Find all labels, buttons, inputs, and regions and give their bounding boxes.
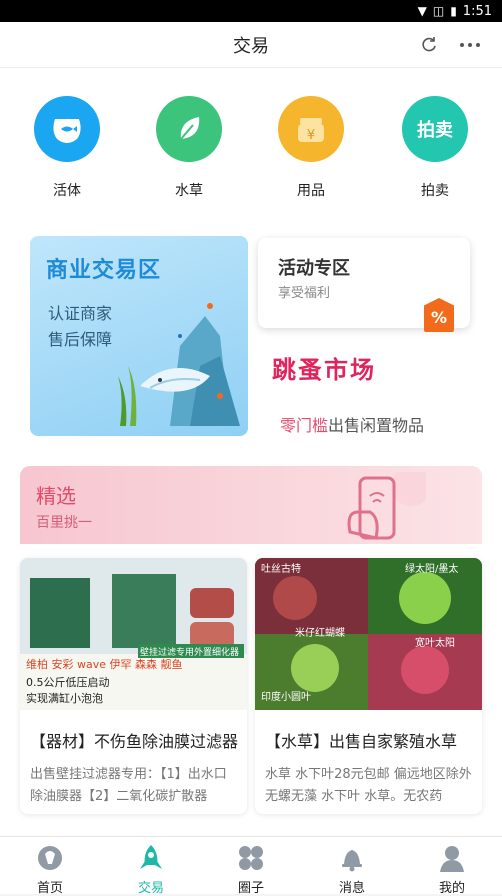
- page-title: 交易: [233, 35, 269, 57]
- category-row: 活体 水草 ¥ 用品 拍卖 拍卖: [0, 96, 502, 216]
- bell-icon: [337, 843, 367, 873]
- category-label: 拍卖: [421, 183, 449, 199]
- image-text-bubbles: 实现满缸小泡泡: [26, 691, 103, 705]
- image-text-plant3: 米仔红蝴蝶: [295, 626, 345, 639]
- category-label: 活体: [53, 183, 81, 199]
- image-text-pressure: 0.5公斤低压启动: [26, 676, 110, 689]
- discount-tag-icon: %: [424, 298, 454, 332]
- flea-market-banner[interactable]: 跳蚤市场 零门槛出售闲置物品: [272, 350, 472, 435]
- flea-market-tagline: 零门槛出售闲置物品: [280, 412, 424, 436]
- featured-subtitle: 百里挑一: [36, 515, 92, 531]
- image-text-plant2: 绿太阳/墨太: [405, 562, 458, 575]
- tab-trade[interactable]: 交易: [111, 843, 191, 896]
- leaf-icon: [156, 96, 222, 162]
- image-text-plant5: 宽叶太阳: [415, 636, 455, 649]
- tab-profile[interactable]: 我的: [412, 843, 492, 896]
- category-live-fish[interactable]: 活体: [22, 96, 112, 200]
- rocket-icon: [136, 843, 166, 873]
- category-plants[interactable]: 水草: [144, 96, 234, 200]
- tab-messages[interactable]: 消息: [312, 843, 392, 896]
- tab-label: 我的: [438, 881, 465, 896]
- listing-title: 【水草】出售自家繁殖水草: [265, 732, 458, 751]
- category-label: 用品: [297, 183, 325, 199]
- flea-market-highlight: 零门槛: [280, 416, 329, 435]
- business-zone-banner[interactable]: 商业交易区 认证商家 售后保障: [30, 236, 248, 436]
- app-header: 交易: [0, 22, 502, 68]
- profile-icon: [437, 843, 467, 873]
- business-zone-line1: 认证商家: [48, 304, 113, 323]
- listing-card[interactable]: 吐丝古特 绿太阳/墨太 米仔红蝴蝶 印度小圆叶 宽叶太阳 【水草】出售自家繁殖水…: [255, 558, 482, 814]
- status-bar: ▼ ◫ ▮ 1:51: [0, 0, 502, 22]
- svg-text:¥: ¥: [307, 128, 315, 143]
- fishbowl-icon: [34, 96, 100, 162]
- tab-label: 交易: [137, 881, 164, 896]
- status-time: 1:51: [462, 3, 492, 19]
- listing-image: 维柏 安彩 wave 伊罕 森森 靓鱼 0.5公斤低压启动 实现满缸小泡泡 壁挂…: [20, 558, 247, 710]
- listing-description: 水草 水下叶28元包邮 偏远地区除外 无螺无藻 水下叶 水草。无农药: [265, 767, 472, 804]
- activity-zone-title: 活动专区: [278, 258, 350, 279]
- tab-label: 圈子: [237, 881, 264, 896]
- category-supplies[interactable]: ¥ 用品: [266, 96, 356, 200]
- listing-title: 【器材】不伤鱼除油膜过滤器: [30, 732, 238, 751]
- listing-card[interactable]: 维柏 安彩 wave 伊罕 森森 靓鱼 0.5公斤低压启动 实现满缸小泡泡 壁挂…: [20, 558, 247, 814]
- image-text-plant1: 吐丝古特: [261, 562, 301, 575]
- tab-label: 首页: [36, 881, 63, 896]
- circles-icon: [236, 843, 266, 873]
- category-label: 水草: [175, 183, 203, 199]
- battery-icon: ▮: [450, 4, 457, 18]
- flea-market-text: 出售闲置物品: [328, 416, 425, 435]
- more-icon[interactable]: [458, 34, 482, 56]
- listing-description: 出售壁挂过滤器专用：【1】出水口除油膜器【2】二氧化碳扩散器: [30, 767, 227, 804]
- featured-section-header: 精选 百里挑一: [20, 466, 482, 544]
- bottom-tab-bar: 首页 交易 圈子 消息 我的: [0, 836, 502, 896]
- zone-banners: 商业交易区 认证商家 售后保障 活动专区 享受福利 % 跳蚤市场 零门槛出售闲置…: [20, 232, 482, 454]
- category-auction[interactable]: 拍卖 拍卖: [390, 96, 480, 200]
- main-content: 活体 水草 ¥ 用品 拍卖 拍卖 商业交易区 认证商家 售后保障 活动专区 享受…: [0, 68, 502, 836]
- refresh-icon[interactable]: [418, 34, 440, 56]
- image-text-brands: 维柏 安彩 wave 伊罕 森森 靓鱼: [26, 657, 183, 671]
- business-zone-line2: 售后保障: [48, 330, 113, 349]
- phone-hand-icon: [347, 472, 426, 540]
- listing-image: 吐丝古特 绿太阳/墨太 米仔红蝴蝶 印度小圆叶 宽叶太阳: [255, 558, 482, 710]
- activity-zone-subtitle: 享受福利: [278, 286, 331, 301]
- featured-title: 精选: [36, 484, 76, 508]
- wifi-icon: ▼: [417, 4, 427, 18]
- tab-home[interactable]: 首页: [10, 843, 90, 896]
- image-text-plant4: 印度小圆叶: [261, 690, 311, 703]
- tab-circles[interactable]: 圈子: [211, 843, 291, 896]
- yen-jar-icon: ¥: [278, 96, 344, 162]
- tab-label: 消息: [338, 881, 365, 896]
- svg-text:拍卖: 拍卖: [417, 119, 453, 141]
- activity-zone-card[interactable]: 活动专区 享受福利 %: [258, 238, 470, 332]
- home-icon: [35, 843, 65, 873]
- whale-coral-illustration: [118, 303, 240, 426]
- image-text-filter: 壁挂过滤专用外置细化器: [140, 646, 239, 658]
- auction-icon: 拍卖: [402, 96, 468, 162]
- flea-market-logo: 跳蚤市场: [272, 356, 376, 384]
- no-sim-icon: ◫: [432, 4, 445, 18]
